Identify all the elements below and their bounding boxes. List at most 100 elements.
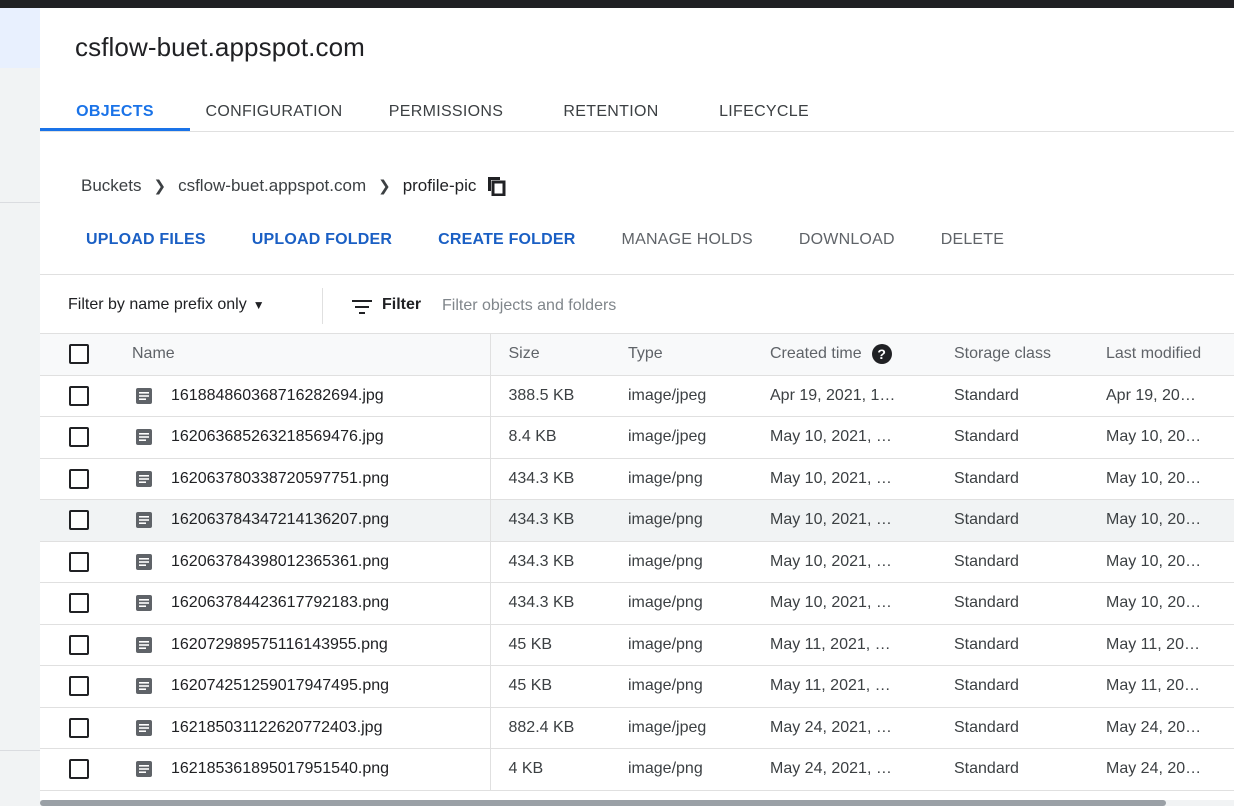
- document-icon: [136, 761, 152, 778]
- table-row[interactable]: 16206378033872059775​1.png 434.3 KB image/…: [40, 458, 1234, 500]
- row-last-modified: May 24, 20…: [1088, 748, 1234, 791]
- row-type: image/png: [610, 499, 752, 542]
- header-name[interactable]: Name: [110, 334, 490, 376]
- row-last-modified: May 11, 20…: [1088, 665, 1234, 708]
- row-created: May 10, 2021, …: [752, 499, 936, 542]
- table-row[interactable]: 16218536189501795154​0.png 4 KB image/png M…: [40, 748, 1234, 791]
- filter-mode-select[interactable]: Filter by name prefix only ▼: [68, 296, 265, 314]
- object-name-link[interactable]: 16207298957511614395​5.png: [171, 636, 388, 654]
- table-row[interactable]: 16206378439801236536​1.png 434.3 KB image/…: [40, 541, 1234, 583]
- manage-holds-button[interactable]: MANAGE HOLDS: [622, 231, 753, 249]
- left-nav-strip: [0, 8, 40, 806]
- row-last-modified: Apr 19, 20…: [1088, 375, 1234, 417]
- row-checkbox[interactable]: [69, 510, 89, 531]
- filter-label[interactable]: Filter: [382, 296, 421, 314]
- filter-input[interactable]: [442, 292, 1042, 320]
- create-folder-button[interactable]: CREATE FOLDER: [438, 231, 575, 249]
- table-row[interactable]: 1618848603687162826​94.jpg 388.5 KB image/…: [40, 375, 1234, 417]
- upload-folder-button[interactable]: UPLOAD FOLDER: [252, 231, 392, 249]
- header-size[interactable]: Size: [489, 334, 610, 376]
- document-icon: [136, 595, 152, 612]
- row-size: 434.3 KB: [489, 541, 610, 583]
- row-created: May 10, 2021, …: [752, 458, 936, 500]
- table-row[interactable]: 16218503112262077240​3.jpg 882.4 KB image/…: [40, 707, 1234, 749]
- row-size: 434.3 KB: [489, 499, 610, 542]
- row-type: image/jpeg: [610, 375, 752, 417]
- document-icon: [136, 387, 152, 404]
- breadcrumb-buckets[interactable]: Buckets: [81, 176, 141, 196]
- object-name-link[interactable]: 1618848603687162826​94.jpg: [171, 387, 384, 405]
- row-created: May 24, 2021, …: [752, 707, 936, 749]
- row-type: image/jpeg: [610, 416, 752, 459]
- header-last-modified[interactable]: Last modified: [1088, 334, 1234, 376]
- tabs-divider: [40, 131, 1234, 132]
- copy-icon[interactable]: [486, 176, 506, 197]
- object-name-link[interactable]: 16218503112262077240​3.jpg: [171, 719, 382, 737]
- table-row[interactable]: 16206378442361779218​3.png 434.3 KB image/…: [40, 582, 1234, 625]
- document-icon: [136, 678, 152, 695]
- object-name-link[interactable]: 16206378439801236536​1.png: [171, 553, 389, 571]
- row-checkbox[interactable]: [69, 427, 89, 448]
- row-type: image/png: [610, 665, 752, 708]
- row-checkbox[interactable]: [69, 634, 89, 655]
- table-row[interactable]: 16206378434721413620​7.png 434.3 KB image/…: [40, 499, 1234, 542]
- header-type[interactable]: Type: [610, 334, 752, 376]
- tab-objects[interactable]: OBJECTS: [40, 92, 190, 132]
- document-icon: [136, 512, 152, 529]
- row-checkbox[interactable]: [69, 759, 89, 780]
- delete-button[interactable]: DELETE: [941, 231, 1004, 249]
- chevron-right-icon: ❯: [378, 178, 391, 195]
- row-size: 388.5 KB: [489, 375, 610, 417]
- object-name-link[interactable]: 16206378442361779218​3.png: [171, 594, 389, 612]
- table-row[interactable]: 16207298957511614395​5.png 45 KB image/png…: [40, 624, 1234, 666]
- filter-bar: Filter by name prefix only ▼ Filter: [40, 284, 1234, 332]
- table-row[interactable]: 16206368526321856947​6.jpg 8.4 KB image/jp…: [40, 416, 1234, 459]
- filter-lines-icon[interactable]: [352, 300, 372, 314]
- row-name-cell: 16206378033872059775​1.png: [110, 458, 490, 500]
- table-row[interactable]: 16207425125901794749​5.png 45 KB image/png…: [40, 665, 1234, 708]
- select-all-checkbox[interactable]: [69, 344, 89, 365]
- tab-lifecycle[interactable]: LIFECYCLE: [688, 92, 840, 132]
- row-checkbox[interactable]: [69, 593, 89, 614]
- row-select-cell: [40, 707, 110, 749]
- row-name-cell: 1618848603687162826​94.jpg: [110, 375, 490, 417]
- row-size: 8.4 KB: [489, 416, 610, 459]
- object-name-link[interactable]: 16206368526321856947​6.jpg: [171, 428, 384, 446]
- row-type: image/png: [610, 541, 752, 583]
- actions-divider: [40, 274, 1234, 275]
- row-storage-class: Standard: [936, 707, 1088, 749]
- row-name-cell: 16207298957511614395​5.png: [110, 624, 490, 666]
- row-name-cell: 16206368526321856947​6.jpg: [110, 416, 490, 459]
- tab-permissions[interactable]: PERMISSIONS: [358, 92, 534, 132]
- object-name-link[interactable]: 16206378033872059775​1.png: [171, 470, 389, 488]
- horizontal-scrollbar-thumb[interactable]: [40, 800, 1166, 806]
- header-created[interactable]: Created time?: [752, 334, 936, 376]
- breadcrumb-bucket[interactable]: csflow-buet.appspot.com: [178, 176, 366, 196]
- help-circle-icon[interactable]: ?: [871, 344, 892, 365]
- row-last-modified: May 10, 20…: [1088, 582, 1234, 625]
- row-checkbox[interactable]: [69, 385, 89, 406]
- row-select-cell: [40, 375, 110, 417]
- row-created: May 11, 2021, …: [752, 624, 936, 666]
- row-checkbox[interactable]: [69, 717, 89, 738]
- tab-configuration[interactable]: CONFIGURATION: [190, 92, 358, 132]
- object-name-link[interactable]: 16207425125901794749​5.png: [171, 677, 389, 695]
- download-button[interactable]: DOWNLOAD: [799, 231, 895, 249]
- row-type: image/png: [610, 582, 752, 625]
- row-type: image/png: [610, 748, 752, 791]
- row-checkbox[interactable]: [69, 551, 89, 572]
- upload-files-button[interactable]: UPLOAD FILES: [86, 231, 206, 249]
- row-created: Apr 19, 2021, 1…: [752, 375, 936, 417]
- horizontal-scrollbar[interactable]: [40, 800, 1234, 806]
- row-select-cell: [40, 624, 110, 666]
- header-storage-class[interactable]: Storage class: [936, 334, 1088, 376]
- row-last-modified: May 10, 20…: [1088, 416, 1234, 459]
- tab-retention[interactable]: RETENTION: [534, 92, 688, 132]
- row-checkbox[interactable]: [69, 676, 89, 697]
- object-name-link[interactable]: 16218536189501795154​0.png: [171, 760, 389, 778]
- row-checkbox[interactable]: [69, 468, 89, 489]
- objects-table: Name Size Type Created time? Storage cla…: [40, 334, 1234, 791]
- table-header-row: Name Size Type Created time? Storage cla…: [40, 334, 1234, 376]
- row-select-cell: [40, 541, 110, 583]
- object-name-link[interactable]: 16206378434721413620​7.png: [171, 511, 389, 529]
